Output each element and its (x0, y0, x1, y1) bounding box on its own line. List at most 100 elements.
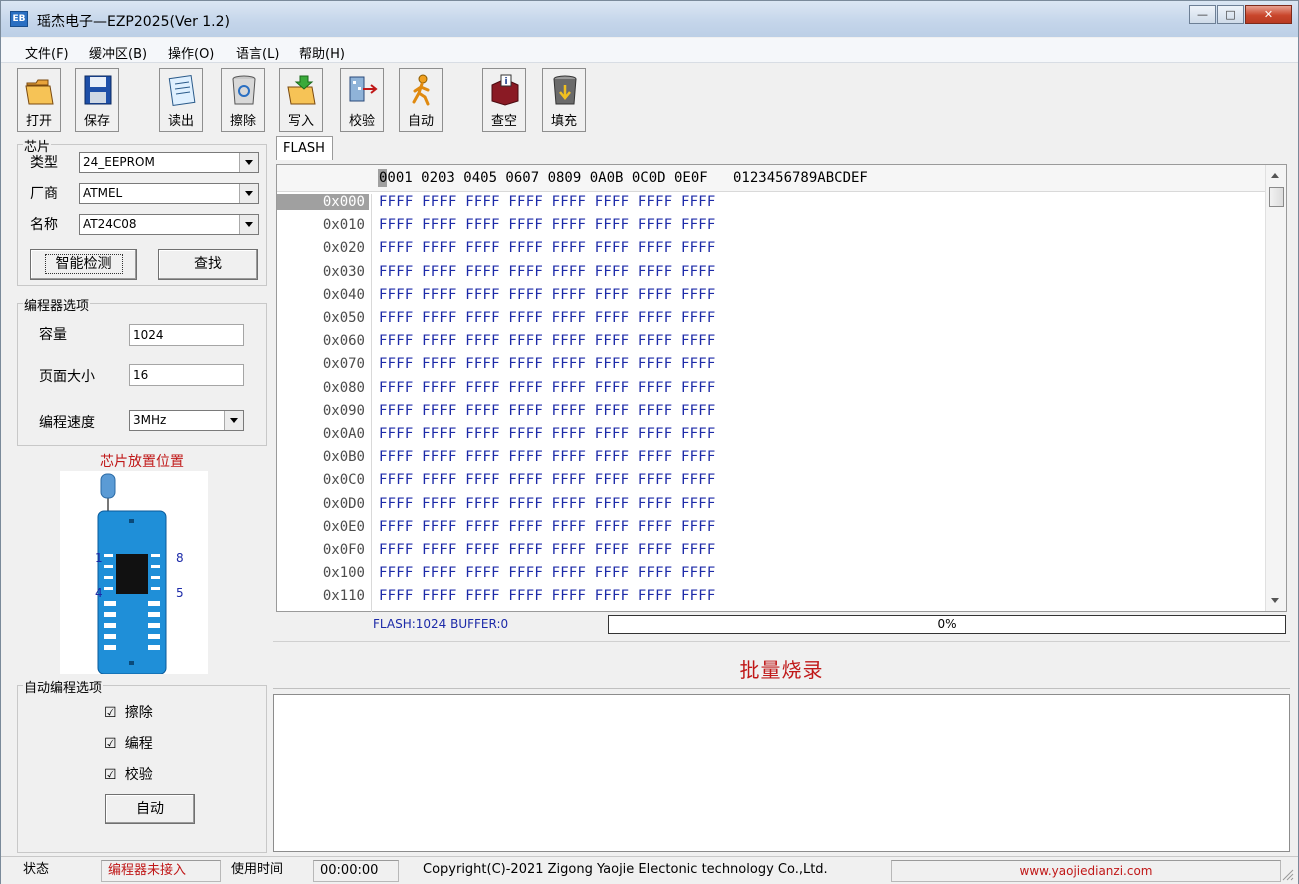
program-checkbox[interactable]: ☑ 编程 (104, 733, 153, 753)
auto-button[interactable]: 自动 (399, 68, 443, 132)
verify-label: 校验 (348, 114, 375, 129)
chevron-down-icon[interactable] (224, 411, 243, 430)
chip-name-label: 名称 (30, 217, 58, 233)
menu-buffer[interactable]: 缓冲区(B) (89, 43, 147, 62)
vertical-scrollbar[interactable] (1265, 165, 1286, 611)
hex-row[interactable]: 0x0E0 FFFF FFFF FFFF FFFF FFFF FFFF FFFF … (277, 519, 1265, 542)
write-button[interactable]: 写入 (279, 68, 323, 132)
chevron-down-icon[interactable] (239, 153, 258, 172)
hex-row-data[interactable]: FFFF FFFF FFFF FFFF FFFF FFFF FFFF FFFF (379, 194, 716, 210)
chip-name-select[interactable]: AT24C08 (79, 214, 259, 235)
scroll-thumb[interactable] (1269, 187, 1284, 207)
hex-row[interactable]: 0x010 FFFF FFFF FFFF FFFF FFFF FFFF FFFF … (277, 217, 1265, 240)
hex-row-data[interactable]: FFFF FFFF FFFF FFFF FFFF FFFF FFFF FFFF (379, 356, 716, 372)
hex-row[interactable]: 0x0C0 FFFF FFFF FFFF FFFF FFFF FFFF FFFF … (277, 472, 1265, 495)
hex-row[interactable]: 0x030 FFFF FFFF FFFF FFFF FFFF FFFF FFFF … (277, 264, 1265, 287)
page-size-field[interactable]: 16 (129, 364, 244, 386)
verify-checkbox[interactable]: ☑ 校验 (104, 764, 153, 784)
scroll-down-icon[interactable] (1271, 598, 1279, 603)
notepad-read-icon (168, 75, 196, 106)
hex-row-data[interactable]: FFFF FFFF FFFF FFFF FFFF FFFF FFFF FFFF (379, 240, 716, 256)
hex-editor[interactable]: 0001 0203 0405 0607 0809 0A0B 0C0D 0E0F … (276, 164, 1287, 612)
hex-row[interactable]: 0x0D0 FFFF FFFF FFFF FFFF FFFF FFFF FFFF … (277, 496, 1265, 519)
auto-run-label: 自动 (136, 801, 164, 817)
blank-check-button[interactable]: i 查空 (482, 68, 526, 132)
fill-button[interactable]: 填充 (542, 68, 586, 132)
hex-row-address: 0x110 (322, 588, 365, 605)
hex-row[interactable]: 0x020 FFFF FFFF FFFF FFFF FFFF FFFF FFFF … (277, 240, 1265, 263)
erase-button[interactable]: 擦除 (221, 68, 265, 132)
hex-row-data[interactable]: FFFF FFFF FFFF FFFF FFFF FFFF FFFF FFFF (379, 380, 716, 396)
erase-checkbox[interactable]: ☑ 擦除 (104, 702, 153, 722)
hex-row-address: 0x090 (322, 402, 365, 419)
capacity-field[interactable]: 1024 (129, 324, 244, 346)
hex-row-data[interactable]: FFFF FFFF FFFF FFFF FFFF FFFF FFFF FFFF (379, 472, 716, 488)
log-output[interactable] (273, 694, 1290, 852)
recycle-bin-icon (232, 75, 256, 105)
hex-row[interactable]: 0x0B0 FFFF FFFF FFFF FFFF FFFF FFFF FFFF … (277, 449, 1265, 472)
minimize-button[interactable]: — (1189, 5, 1216, 24)
hex-row-data[interactable]: FFFF FFFF FFFF FFFF FFFF FFFF FFFF FFFF (379, 310, 716, 326)
hex-row-data[interactable]: FFFF FFFF FFFF FFFF FFFF FFFF FFFF FFFF (379, 287, 716, 303)
hex-row-data[interactable]: FFFF FFFF FFFF FFFF FFFF FFFF FFFF FFFF (379, 449, 716, 465)
find-label: 查找 (194, 256, 222, 272)
website-link[interactable]: www.yaojiedianzi.com (891, 860, 1281, 882)
menu-language[interactable]: 语言(L) (236, 43, 279, 62)
chevron-down-icon[interactable] (239, 215, 258, 234)
hex-row-data[interactable]: FFFF FFFF FFFF FFFF FFFF FFFF FFFF FFFF (379, 217, 716, 233)
hex-row[interactable]: 0x050 FFFF FFFF FFFF FFFF FFFF FFFF FFFF … (277, 310, 1265, 333)
hex-row-address: 0x0A0 (322, 426, 365, 442)
buffer-status-strip: FLASH:1024 BUFFER:0 0% (276, 614, 1287, 635)
chip-name-value: AT24C08 (83, 217, 137, 231)
page-size-label: 页面大小 (39, 369, 95, 385)
hex-row-data[interactable]: FFFF FFFF FFFF FFFF FFFF FFFF FFFF FFFF (379, 519, 716, 535)
hex-row[interactable]: 0x100 FFFF FFFF FFFF FFFF FFFF FFFF FFFF … (277, 565, 1265, 588)
progress-bar: 0% (608, 615, 1286, 634)
verify-button[interactable]: 校验 (340, 68, 384, 132)
tab-flash[interactable]: FLASH (276, 136, 333, 160)
hex-row-data[interactable]: FFFF FFFF FFFF FFFF FFFF FFFF FFFF FFFF (379, 565, 716, 581)
maximize-button[interactable]: □ (1217, 5, 1244, 24)
chevron-down-icon[interactable] (239, 184, 258, 203)
hex-row[interactable]: 0x0A0 FFFF FFFF FFFF FFFF FFFF FFFF FFFF … (277, 426, 1265, 449)
smart-detect-label: 智能检测 (44, 254, 123, 274)
hex-row-data[interactable]: FFFF FFFF FFFF FFFF FFFF FFFF FFFF FFFF (379, 496, 716, 512)
hex-row[interactable]: 0x070 FFFF FFFF FFFF FFFF FFFF FFFF FFFF … (277, 356, 1265, 379)
hex-row-data[interactable]: FFFF FFFF FFFF FFFF FFFF FFFF FFFF FFFF (379, 426, 716, 442)
menu-file[interactable]: 文件(F) (25, 43, 69, 62)
chip-type-select[interactable]: 24_EEPROM (79, 152, 259, 173)
auto-run-button[interactable]: 自动 (105, 794, 195, 824)
hex-row[interactable]: 0x060 FFFF FFFF FFFF FFFF FFFF FFFF FFFF … (277, 333, 1265, 356)
hex-row[interactable]: 0x000 FFFF FFFF FFFF FFFF FFFF FFFF FFFF … (277, 194, 1265, 217)
hex-row-data[interactable]: FFFF FFFF FFFF FFFF FFFF FFFF FFFF FFFF (379, 333, 716, 349)
speed-select[interactable]: 3MHz (129, 410, 244, 431)
smart-detect-button[interactable]: 智能检测 (30, 249, 137, 280)
save-button[interactable]: 保存 (75, 68, 119, 132)
app-window: EB 瑶杰电子—EZP2025(Ver 1.2) — □ ✕ 文件(F) 缓冲区… (0, 0, 1299, 884)
open-button[interactable]: 打开 (17, 68, 61, 132)
chip-vendor-select[interactable]: ATMEL (79, 183, 259, 204)
batch-program-bar[interactable]: 批量烧录 (273, 641, 1290, 689)
menu-operation[interactable]: 操作(O) (168, 43, 214, 62)
find-button[interactable]: 查找 (158, 249, 258, 280)
hex-row-data[interactable]: FFFF FFFF FFFF FFFF FFFF FFFF FFFF FFFF (379, 588, 716, 604)
hex-row[interactable]: 0x0F0 FFFF FFFF FFFF FFFF FFFF FFFF FFFF … (277, 542, 1265, 565)
title-bar[interactable]: EB 瑶杰电子—EZP2025(Ver 1.2) — □ ✕ (1, 1, 1298, 37)
save-label: 保存 (83, 114, 110, 129)
read-label: 读出 (167, 114, 194, 129)
hex-row-data[interactable]: FFFF FFFF FFFF FFFF FFFF FFFF FFFF FFFF (379, 264, 716, 280)
hex-row[interactable]: 0x110 FFFF FFFF FFFF FFFF FFFF FFFF FFFF … (277, 588, 1265, 611)
menu-help[interactable]: 帮助(H) (299, 43, 345, 62)
resize-grip-icon[interactable] (1282, 869, 1294, 881)
hex-row[interactable]: 0x080 FFFF FFFF FFFF FFFF FFFF FFFF FFFF … (277, 380, 1265, 403)
close-button[interactable]: ✕ (1245, 5, 1292, 24)
hex-row-data[interactable]: FFFF FFFF FFFF FFFF FFFF FFFF FFFF FFFF (379, 542, 716, 558)
scroll-up-icon[interactable] (1271, 173, 1279, 178)
hex-row[interactable]: 0x090 FFFF FFFF FFFF FFFF FFFF FFFF FFFF … (277, 403, 1265, 426)
auto-options-group: 自动编程选项 ☑ 擦除 ☑ 编程 ☑ 校验 自动 (17, 677, 267, 853)
hex-row-data[interactable]: FFFF FFFF FFFF FFFF FFFF FFFF FFFF FFFF (379, 403, 716, 419)
read-button[interactable]: 读出 (159, 68, 203, 132)
buffer-info: FLASH:1024 BUFFER:0 (373, 617, 509, 631)
hex-row[interactable]: 0x040 FFFF FFFF FFFF FFFF FFFF FFFF FFFF … (277, 287, 1265, 310)
chip-vendor-value: ATMEL (83, 186, 123, 200)
